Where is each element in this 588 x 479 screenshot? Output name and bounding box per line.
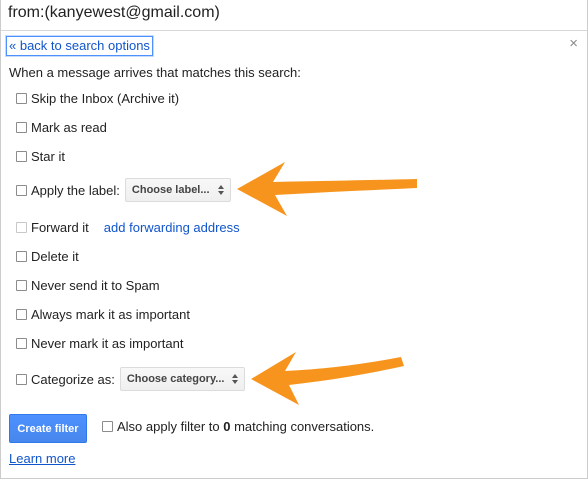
up-down-arrows-icon: [232, 374, 239, 384]
option-mark-read: Mark as read: [16, 118, 107, 136]
delete-it-label[interactable]: Delete it: [31, 249, 79, 264]
always-important-checkbox[interactable]: [16, 308, 27, 320]
option-never-spam: Never send it to Spam: [16, 276, 160, 294]
star-it-label[interactable]: Star it: [31, 149, 65, 164]
option-delete-it: Delete it: [16, 247, 79, 265]
choose-label-select[interactable]: Choose label...: [124, 178, 231, 202]
orange-arrow-icon: [251, 352, 404, 405]
up-down-arrows-icon: [217, 185, 224, 195]
apply-label-label[interactable]: Apply the label:: [31, 183, 120, 198]
option-forward-it: Forward it add forwarding address: [16, 218, 240, 236]
always-important-label[interactable]: Always mark it as important: [31, 307, 190, 322]
learn-more-link[interactable]: Learn more: [9, 451, 75, 466]
star-it-checkbox[interactable]: [16, 150, 27, 162]
orange-arrow-icon: [237, 162, 417, 216]
never-spam-label[interactable]: Never send it to Spam: [31, 278, 160, 293]
skip-inbox-checkbox[interactable]: [16, 92, 27, 104]
forward-it-label: Forward it: [31, 219, 89, 235]
skip-inbox-label[interactable]: Skip the Inbox (Archive it): [31, 91, 179, 106]
matching-count: 0: [223, 418, 231, 434]
mark-read-checkbox[interactable]: [16, 121, 27, 133]
categorize-label[interactable]: Categorize as:: [31, 372, 115, 387]
never-spam-checkbox[interactable]: [16, 279, 27, 291]
close-icon[interactable]: ×: [569, 36, 578, 52]
option-never-important: Never mark it as important: [16, 334, 183, 352]
also-apply-label[interactable]: Also apply filter to 0 matching conversa…: [117, 419, 374, 434]
option-always-important: Always mark it as important: [16, 305, 190, 323]
never-important-checkbox[interactable]: [16, 337, 27, 349]
also-apply-filter: Also apply filter to 0 matching conversa…: [102, 417, 374, 435]
back-to-search-options-link[interactable]: « back to search options: [6, 36, 153, 56]
apply-label-checkbox[interactable]: [16, 184, 27, 196]
delete-it-checkbox[interactable]: [16, 250, 27, 262]
filter-intro-text: When a message arrives that matches this…: [9, 65, 301, 80]
search-query-text: from:(kanyewest@gmail.com): [8, 4, 220, 21]
option-apply-label: Apply the label: Choose label...: [16, 178, 231, 202]
forward-it-checkbox: [16, 221, 27, 233]
choose-category-select[interactable]: Choose category...: [119, 367, 246, 391]
add-forwarding-address-link[interactable]: add forwarding address: [104, 220, 240, 235]
option-star-it: Star it: [16, 147, 65, 165]
create-filter-button[interactable]: Create filter: [9, 414, 87, 443]
option-skip-inbox: Skip the Inbox (Archive it): [16, 89, 179, 107]
also-apply-checkbox[interactable]: [102, 420, 113, 432]
create-filter-panel: from:(kanyewest@gmail.com) « back to sea…: [0, 0, 588, 479]
never-important-label[interactable]: Never mark it as important: [31, 336, 183, 351]
categorize-checkbox[interactable]: [16, 373, 27, 385]
option-categorize: Categorize as: Choose category...: [16, 367, 246, 391]
choose-category-value: Choose category...: [126, 373, 225, 385]
choose-label-value: Choose label...: [131, 184, 210, 196]
mark-read-label[interactable]: Mark as read: [31, 120, 107, 135]
search-query-bar[interactable]: from:(kanyewest@gmail.com): [1, 0, 587, 31]
